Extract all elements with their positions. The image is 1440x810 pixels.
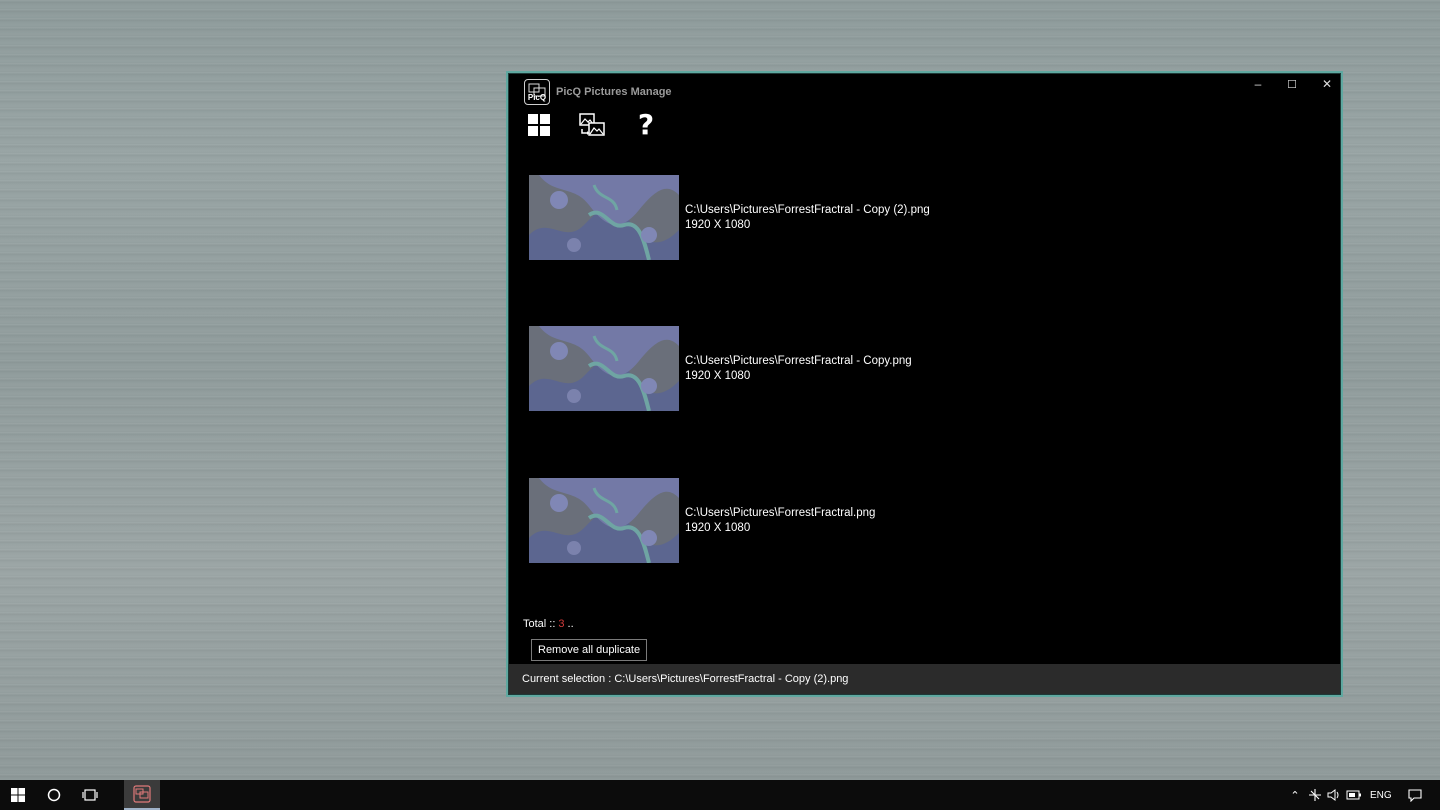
help-icon: ? [637,108,655,141]
app-window: PicQ PicQ Pictures Manage – ☐ ✕ ? C:\Use… [506,71,1343,697]
task-view-button[interactable] [72,780,108,810]
notification-icon [1408,788,1422,802]
image-thumbnail [529,175,679,260]
app-logo-icon: PicQ [524,79,550,105]
action-center-button[interactable] [1398,780,1432,810]
image-thumbnail [529,326,679,411]
window-title: PicQ Pictures Manage [556,86,672,98]
total-label: Total :: [523,618,556,630]
task-view-icon [82,789,98,801]
image-thumbnail [529,478,679,563]
cortana-circle-icon [47,788,61,802]
file-path: C:\Users\Pictures\ForrestFractral - Copy… [685,204,930,216]
show-hidden-icons-chevron-icon[interactable]: ⌃ [1288,789,1302,802]
remove-all-duplicate-button[interactable]: Remove all duplicate [531,639,648,661]
taskbar-app-picq[interactable] [124,780,160,810]
close-button[interactable]: ✕ [1310,75,1344,93]
file-path: C:\Users\Pictures\ForrestFractral - Copy… [685,355,912,367]
total-summary: Total :: 3.. [523,618,574,630]
start-button[interactable] [0,780,36,810]
list-item[interactable]: C:\Users\Pictures\ForrestFractral - Copy… [529,175,989,261]
minimize-icon: – [1254,77,1262,91]
list-item[interactable]: C:\Users\Pictures\ForrestFractral - Copy… [529,326,989,412]
image-dimensions: 1920 X 1080 [685,370,751,382]
windows-start-icon [11,788,25,802]
status-bar: Current selection : C:\Users\Pictures\Fo… [509,664,1340,694]
image-dimensions: 1920 X 1080 [685,522,751,534]
file-path: C:\Users\Pictures\ForrestFractral.png [685,507,876,519]
volume-icon[interactable] [1327,788,1341,802]
total-count: 3 [558,618,565,630]
compare-images-icon [579,113,605,136]
compare-images-button[interactable] [578,111,606,139]
list-item[interactable]: C:\Users\Pictures\ForrestFractral.png 19… [529,478,989,564]
total-suffix: .. [567,618,574,630]
taskbar: ⌃ ENG [0,780,1440,810]
battery-icon[interactable] [1346,789,1362,801]
network-icon[interactable] [1308,788,1322,802]
maximize-icon: ☐ [1287,78,1297,91]
grid-view-icon [528,114,550,136]
maximize-button[interactable]: ☐ [1275,75,1309,93]
picq-app-icon [133,785,151,803]
system-tray: ⌃ ENG [1288,780,1392,810]
search-button[interactable] [36,780,72,810]
app-logo-text: PicQ [527,93,547,102]
current-selection-text: Current selection : C:\Users\Pictures\Fo… [522,673,849,685]
close-icon: ✕ [1321,77,1333,91]
language-indicator[interactable]: ENG [1370,790,1392,801]
help-button[interactable]: ? [632,111,660,139]
grid-view-button[interactable] [525,111,553,139]
minimize-button[interactable]: – [1241,75,1275,93]
image-dimensions: 1920 X 1080 [685,219,751,231]
